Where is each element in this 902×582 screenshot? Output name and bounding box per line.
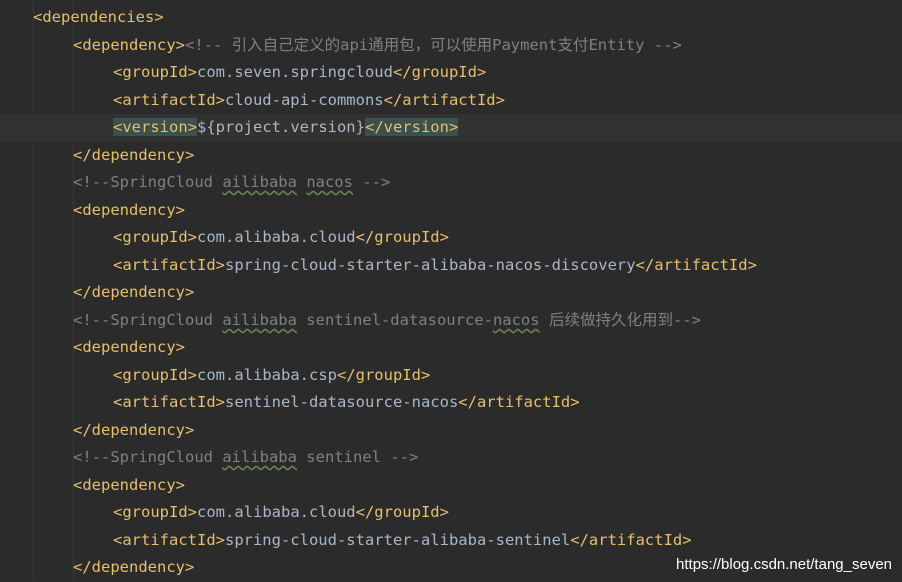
code-line[interactable]: <dependencies> — [0, 4, 902, 32]
typo-word: nacos — [492, 311, 540, 329]
xml-comment: <!--SpringCloud — [73, 173, 223, 191]
xml-comment: <!-- 引入自己定义的api通用包，可以使用Payment支付Entity -… — [184, 36, 682, 54]
xml-tag: <dependency> — [73, 36, 185, 54]
xml-tag: </artifactId> — [570, 531, 692, 549]
code-line[interactable]: <!--SpringCloud ailibaba sentinel-dataso… — [0, 307, 902, 335]
xml-tag: <groupId> — [113, 228, 197, 246]
code-line[interactable]: <dependency> — [0, 197, 902, 225]
code-line[interactable]: <groupId>com.alibaba.cloud</groupId> — [0, 499, 902, 527]
code-line-current[interactable]: <version>${project.version}</version> — [0, 114, 902, 142]
xml-tag: <dependencies> — [33, 8, 164, 26]
xml-comment: <!--SpringCloud — [73, 311, 223, 329]
code-line[interactable]: <artifactId>cloud-api-commons</artifactI… — [0, 87, 902, 115]
xml-tag: <dependency> — [73, 476, 185, 494]
typo-word: nacos — [306, 173, 353, 191]
code-line[interactable]: </dependency> — [0, 279, 902, 307]
xml-tag: <artifactId> — [113, 91, 225, 109]
xml-tag: </groupId> — [355, 228, 449, 246]
typo-word: ailibaba — [222, 173, 297, 191]
xml-tag: <groupId> — [113, 63, 197, 81]
typo-word: ailibaba — [222, 448, 297, 466]
tag-value: com.seven.springcloud — [197, 63, 393, 81]
xml-comment: sentinel --> — [296, 448, 419, 466]
code-line[interactable]: <groupId>com.alibaba.cloud</groupId> — [0, 224, 902, 252]
code-line[interactable]: <!--SpringCloud ailibaba nacos --> — [0, 169, 902, 197]
xml-tag: <groupId> — [113, 366, 197, 384]
xml-tag: <artifactId> — [113, 393, 225, 411]
xml-tag: </artifactId> — [635, 256, 757, 274]
tag-value: com.alibaba.cloud — [197, 503, 356, 521]
code-line[interactable]: </dependency> — [0, 142, 902, 170]
typo-word: ailibaba — [222, 311, 297, 329]
code-editor[interactable]: <dependencies> <dependency><!-- 引入自己定义的a… — [0, 0, 902, 581]
xml-tag: </dependency> — [73, 146, 195, 164]
tag-value: com.alibaba.csp — [197, 366, 337, 384]
code-line[interactable]: <groupId>com.seven.springcloud</groupId> — [0, 59, 902, 87]
tag-value: cloud-api-commons — [224, 91, 384, 109]
tag-value: com.alibaba.cloud — [197, 228, 356, 246]
xml-tag: <groupId> — [113, 503, 197, 521]
xml-tag: </dependency> — [73, 283, 195, 301]
xml-comment: <!--SpringCloud — [73, 448, 223, 466]
tag-value: ${project.version} — [197, 118, 365, 136]
code-line[interactable]: <!--SpringCloud ailibaba sentinel --> — [0, 444, 902, 472]
code-line[interactable]: <dependency><!-- 引入自己定义的api通用包，可以使用Payme… — [0, 32, 902, 60]
tag-value: sentinel-datasource-nacos — [224, 393, 459, 411]
xml-tag: </artifactId> — [383, 91, 505, 109]
code-line[interactable]: <artifactId>spring-cloud-starter-alibaba… — [0, 527, 902, 555]
xml-tag-highlighted: <version> — [113, 118, 197, 136]
xml-tag: <artifactId> — [113, 531, 225, 549]
code-line[interactable]: </dependency> — [0, 417, 902, 445]
xml-tag: </groupId> — [355, 503, 449, 521]
xml-comment: sentinel-datasource- — [296, 311, 493, 329]
xml-comment: --> — [352, 173, 391, 191]
watermark-url: https://blog.csdn.net/tang_seven — [676, 556, 892, 573]
xml-tag: </groupId> — [392, 63, 487, 81]
code-line[interactable]: <dependency> — [0, 334, 902, 362]
xml-tag: </groupId> — [336, 366, 431, 384]
xml-comment: 后续做持久化用到--> — [539, 311, 701, 329]
xml-tag-highlighted: </version> — [364, 118, 459, 136]
xml-tag: </artifactId> — [458, 393, 580, 411]
tag-value: spring-cloud-starter-alibaba-nacos-disco… — [224, 256, 636, 274]
code-line[interactable]: <groupId>com.alibaba.csp</groupId> — [0, 362, 902, 390]
xml-tag: </dependency> — [73, 558, 195, 576]
xml-tag: <dependency> — [73, 201, 185, 219]
tag-value: spring-cloud-starter-alibaba-sentinel — [224, 531, 571, 549]
code-line[interactable]: <artifactId>sentinel-datasource-nacos</a… — [0, 389, 902, 417]
xml-comment — [297, 173, 306, 191]
xml-tag: <artifactId> — [113, 256, 225, 274]
code-line[interactable]: <dependency> — [0, 472, 902, 500]
xml-tag: </dependency> — [73, 421, 195, 439]
code-line[interactable]: <artifactId>spring-cloud-starter-alibaba… — [0, 252, 902, 280]
xml-tag: <dependency> — [73, 338, 185, 356]
